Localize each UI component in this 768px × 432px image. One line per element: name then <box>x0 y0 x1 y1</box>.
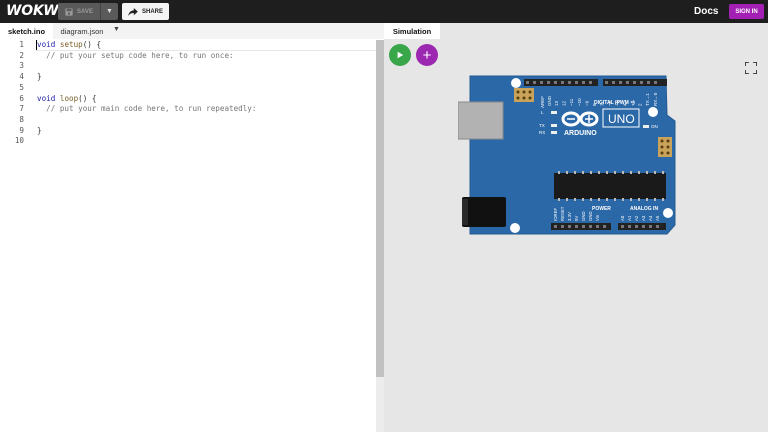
arduino-brand: ARDUINO <box>564 130 597 137</box>
mount-hole <box>511 78 521 88</box>
docs-link[interactable]: Docs <box>694 6 718 17</box>
pin-label: Vin <box>595 214 600 221</box>
plus-icon: + <box>422 46 432 64</box>
line-number: 2 <box>19 50 24 60</box>
code-text: () { <box>78 93 97 103</box>
line-number: 8 <box>19 114 24 124</box>
pin-label: 3.3V <box>567 212 572 221</box>
pin-label: ~9 <box>584 100 589 106</box>
start-simulation-button[interactable] <box>389 44 411 66</box>
tab-sketch-ino[interactable]: sketch.ino <box>0 23 53 39</box>
led-rx <box>551 131 557 134</box>
line-number: 10 <box>14 136 24 146</box>
tab-simulation[interactable]: Simulation <box>384 23 440 39</box>
code-function: setup <box>59 40 83 49</box>
led-l <box>551 111 557 114</box>
line-number: 7 <box>19 104 24 114</box>
power-header <box>551 223 611 230</box>
pin-label: ~11 <box>569 98 574 106</box>
pin-label: GND <box>588 211 593 221</box>
code-line: } <box>37 72 42 82</box>
pin-label: A4 <box>648 215 653 221</box>
caret-down-icon: ▼ <box>106 8 113 15</box>
line-number: 5 <box>19 82 24 92</box>
pin-label: A3 <box>641 215 646 221</box>
line-number: 3 <box>19 61 24 71</box>
atmega-chip <box>554 173 666 199</box>
gnd-label: GND <box>547 95 552 106</box>
pin-label: ~10 <box>577 98 582 106</box>
code-keyword: void <box>37 93 56 103</box>
arduino-uno-board[interactable]: AREF GND 13 12 ~11 ~10 ~9 8 7 ~6 ~5 4 ~3 2 TX→1 RX←0 … <box>458 75 680 239</box>
line-number: 6 <box>19 93 24 103</box>
rx-label: RX <box>539 130 545 135</box>
power-label: POWER <box>592 206 611 212</box>
pin-label: 5V <box>574 216 579 221</box>
pin-label: RX←0 <box>653 92 658 106</box>
mount-hole <box>648 107 658 117</box>
pin-label: 12 <box>562 100 567 106</box>
pin-label: A1 <box>627 215 632 221</box>
tabs-menu-caret-icon[interactable]: ▼ <box>113 26 120 33</box>
save-button[interactable]: SAVE <box>58 3 100 20</box>
icsp-header-right <box>658 137 672 157</box>
code-line: void setup() { <box>37 40 101 49</box>
scrollbar-thumb[interactable] <box>376 40 384 377</box>
uno-label: UNO <box>608 112 635 126</box>
save-dropdown-button[interactable]: ▼ <box>100 3 118 20</box>
add-part-button[interactable]: + <box>416 44 438 66</box>
line-number: 1 <box>19 40 24 49</box>
on-label: ON <box>651 124 658 129</box>
code-keyword: void <box>37 40 56 49</box>
share-button[interactable]: SHARE <box>122 3 169 20</box>
text-cursor <box>36 40 37 50</box>
pin-label: TX→1 <box>645 93 650 106</box>
tab-diagram-json[interactable]: diagram.json <box>53 23 111 39</box>
code-line: } <box>37 125 42 135</box>
pin-label: A0 <box>620 215 625 221</box>
code-area[interactable]: 1 2 3 4 5 6 7 8 9 10 void setup() { // p… <box>0 40 376 432</box>
sign-in-button[interactable]: SIGN IN <box>729 4 764 19</box>
top-bar: WOKWI SAVE ▼ SHARE Docs SIGN IN <box>0 0 768 23</box>
pin-label: RESET <box>560 206 565 221</box>
aref-label: AREF <box>540 96 545 108</box>
editor-scrollbar[interactable] <box>376 40 384 432</box>
led-on <box>643 125 649 128</box>
pin-label: 13 <box>554 100 559 106</box>
pin-label: A2 <box>634 215 639 221</box>
fullscreen-icon[interactable] <box>745 62 757 74</box>
mount-hole <box>663 208 673 218</box>
power-jack-edge <box>462 199 468 225</box>
mount-hole <box>510 223 520 233</box>
save-group: SAVE ▼ <box>58 3 118 20</box>
icsp-header <box>514 88 534 102</box>
code-line: void loop() { <box>37 94 96 103</box>
power-jack <box>462 197 506 227</box>
code-comment: // put your setup code here, to run once… <box>37 50 234 60</box>
pin-label: IOREF <box>553 207 558 221</box>
play-icon <box>397 51 404 59</box>
code-editor-panel: sketch.ino diagram.json ▼ 1 2 3 4 5 6 7 … <box>0 23 384 432</box>
led-tx <box>551 124 557 127</box>
line-number: 4 <box>19 72 24 82</box>
floppy-icon <box>65 7 73 16</box>
code-text: () { <box>82 40 102 49</box>
code-comment: // put your main code here, to run repea… <box>37 104 257 114</box>
pin-label: A5 <box>655 215 660 221</box>
share-arrow-icon <box>128 7 138 16</box>
pin-label: GND <box>581 211 586 221</box>
digital-label: DIGITAL (PWM ~) <box>594 100 635 106</box>
share-label: SHARE <box>141 8 163 15</box>
code-function: loop <box>59 93 79 103</box>
editor-tabs: sketch.ino diagram.json ▼ <box>0 23 384 39</box>
line-number: 9 <box>19 125 24 135</box>
wokwi-logo[interactable]: WOKWI <box>6 3 64 19</box>
analog-label: ANALOG IN <box>630 206 658 212</box>
usb-connector <box>458 101 504 140</box>
save-label: SAVE <box>77 8 93 15</box>
tx-label: TX <box>539 123 545 128</box>
